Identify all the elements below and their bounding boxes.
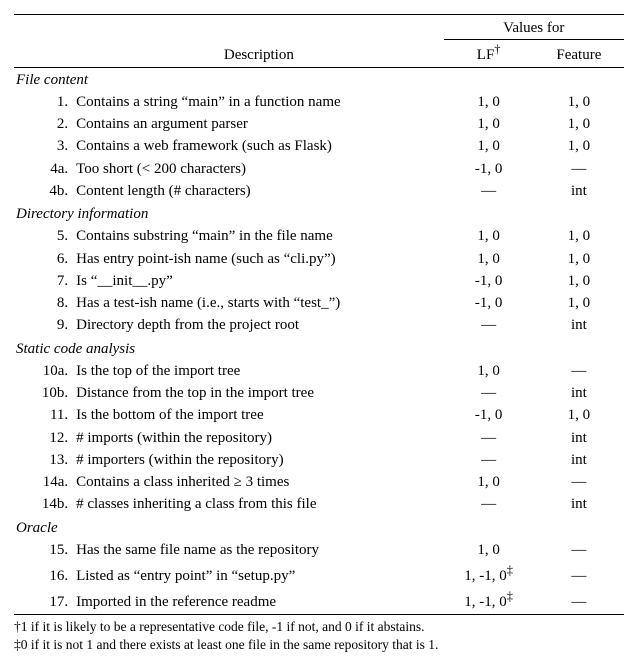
row-lf-value: 1, 0 — [444, 471, 534, 493]
row-description: Distance from the top in the import tree — [74, 382, 443, 404]
row-number: 4b. — [14, 180, 74, 202]
row-number: 3. — [14, 135, 74, 157]
header-feature: Feature — [534, 40, 624, 67]
row-description: Content length (# characters) — [74, 180, 443, 202]
row-number: 17. — [14, 587, 74, 614]
row-lf-value: -1, 0 — [444, 270, 534, 292]
row-number: 13. — [14, 449, 74, 471]
row-feature-value: — — [534, 471, 624, 493]
row-feature-value: 1, 0 — [534, 270, 624, 292]
row-lf-value: — — [444, 427, 534, 449]
section-label: Directory information — [14, 202, 624, 225]
row-number: 10b. — [14, 382, 74, 404]
row-number: 12. — [14, 427, 74, 449]
row-lf-value: 1, 0 — [444, 91, 534, 113]
row-feature-value: 1, 0 — [534, 404, 624, 426]
row-description: Is the bottom of the import tree — [74, 404, 443, 426]
row-description: Contains a class inherited ≥ 3 times — [74, 471, 443, 493]
row-feature-value: — — [534, 587, 624, 614]
row-lf-value: -1, 0 — [444, 292, 534, 314]
row-description: Has a test-ish name (i.e., starts with “… — [74, 292, 443, 314]
row-lf-value: 1, 0 — [444, 225, 534, 247]
row-number: 15. — [14, 539, 74, 561]
row-description: # classes inheriting a class from this f… — [74, 493, 443, 515]
row-lf-value: — — [444, 449, 534, 471]
section-label: Static code analysis — [14, 337, 624, 360]
row-description: Contains substring “main” in the file na… — [74, 225, 443, 247]
row-description: Imported in the reference readme — [74, 587, 443, 614]
row-feature-value: 1, 0 — [534, 91, 624, 113]
row-number: 6. — [14, 248, 74, 270]
row-number: 16. — [14, 561, 74, 587]
row-description: Contains an argument parser — [74, 113, 443, 135]
row-feature-value: 1, 0 — [534, 113, 624, 135]
section-label: Oracle — [14, 516, 624, 539]
feature-table: Values for Description LF† Feature File … — [14, 14, 624, 617]
row-lf-value: 1, 0 — [444, 539, 534, 561]
row-description: Contains a web framework (such as Flask) — [74, 135, 443, 157]
row-feature-value: int — [534, 382, 624, 404]
row-feature-value: int — [534, 427, 624, 449]
row-lf-value: — — [444, 180, 534, 202]
row-lf-value: 1, 0 — [444, 113, 534, 135]
row-number: 4a. — [14, 158, 74, 180]
footnote-ddagger: ‡0 if it is not 1 and there exists at le… — [14, 635, 624, 654]
footnote-dagger: †1 if it is likely to be a representativ… — [14, 617, 624, 636]
row-lf-value: 1, -1, 0‡ — [444, 587, 534, 614]
row-feature-value: — — [534, 158, 624, 180]
row-feature-value: int — [534, 180, 624, 202]
row-feature-value: — — [534, 561, 624, 587]
row-description: Is “__init__.py” — [74, 270, 443, 292]
row-description: Listed as “entry point” in “setup.py” — [74, 561, 443, 587]
section-label: File content — [14, 67, 624, 91]
row-feature-value: 1, 0 — [534, 248, 624, 270]
header-values-for: Values for — [444, 17, 624, 40]
row-lf-value: 1, 0 — [444, 248, 534, 270]
row-number: 1. — [14, 91, 74, 113]
row-lf-value: -1, 0 — [444, 158, 534, 180]
row-number: 14b. — [14, 493, 74, 515]
row-feature-value: — — [534, 360, 624, 382]
row-description: Is the top of the import tree — [74, 360, 443, 382]
row-feature-value: 1, 0 — [534, 292, 624, 314]
row-number: 14a. — [14, 471, 74, 493]
row-lf-value: 1, -1, 0‡ — [444, 561, 534, 587]
row-number: 5. — [14, 225, 74, 247]
row-number: 2. — [14, 113, 74, 135]
row-number: 11. — [14, 404, 74, 426]
row-lf-value: — — [444, 493, 534, 515]
row-feature-value: int — [534, 493, 624, 515]
row-lf-value: -1, 0 — [444, 404, 534, 426]
row-lf-value: — — [444, 314, 534, 336]
row-lf-value: 1, 0 — [444, 360, 534, 382]
row-feature-value: 1, 0 — [534, 225, 624, 247]
row-feature-value: 1, 0 — [534, 135, 624, 157]
row-number: 10a. — [14, 360, 74, 382]
row-number: 8. — [14, 292, 74, 314]
row-description: Directory depth from the project root — [74, 314, 443, 336]
row-description: # imports (within the repository) — [74, 427, 443, 449]
row-description: Contains a string “main” in a function n… — [74, 91, 443, 113]
row-feature-value: int — [534, 314, 624, 336]
row-number: 9. — [14, 314, 74, 336]
header-lf: LF† — [444, 40, 534, 67]
row-lf-value: — — [444, 382, 534, 404]
row-feature-value: int — [534, 449, 624, 471]
row-description: # importers (within the repository) — [74, 449, 443, 471]
row-lf-value: 1, 0 — [444, 135, 534, 157]
row-feature-value: — — [534, 539, 624, 561]
row-description: Too short (< 200 characters) — [74, 158, 443, 180]
row-description: Has the same file name as the repository — [74, 539, 443, 561]
row-description: Has entry point-ish name (such as “cli.p… — [74, 248, 443, 270]
header-description: Description — [74, 40, 443, 67]
row-number: 7. — [14, 270, 74, 292]
